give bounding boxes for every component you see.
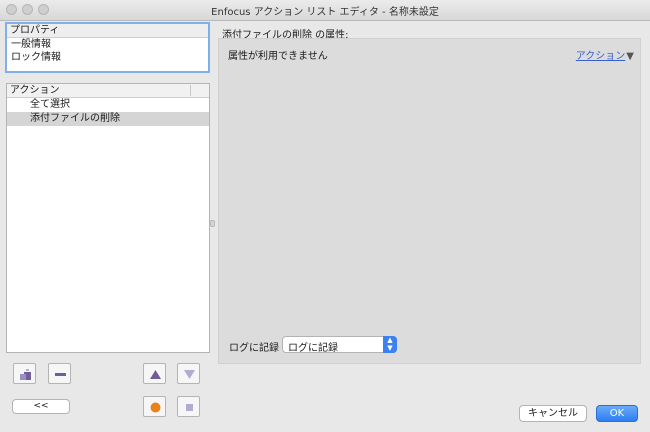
add-action-button[interactable] [13,363,36,384]
stop-icon [186,404,193,411]
attributes-unavailable-message: 属性が利用できません [228,51,328,62]
arrow-down-icon [184,370,195,379]
column-divider[interactable] [190,85,191,96]
ok-button[interactable]: OK [596,405,638,422]
record-icon [150,402,161,413]
attributes-panel: 属性が利用できません アクション▼ ログに記録 ログに記録 ▲ ▼ [218,38,641,364]
actions-list-panel: アクション 全て選択 添付ファイルの削除 [6,83,210,353]
action-item-remove-attachments[interactable]: 添付ファイルの削除 [7,112,209,126]
window-title: Enfocus アクション リスト エディタ - 名称未設定 [211,7,439,18]
properties-panel: プロパティ 一般情報 ロック情報 [5,22,210,73]
pane-splitter-handle[interactable] [210,220,215,227]
actions-header: アクション [7,84,209,98]
move-up-button[interactable] [143,363,166,384]
log-select-value: ログに記録 [288,343,338,354]
cancel-button[interactable]: キャンセル [519,405,587,422]
move-down-button[interactable] [177,363,200,384]
property-item-lock[interactable]: ロック情報 [7,51,208,64]
updown-arrows-icon: ▲ ▼ [383,336,397,353]
arrow-up-icon [150,370,161,379]
log-label: ログに記録 [229,343,279,354]
title-bar: Enfocus アクション リスト エディタ - 名称未設定 [0,0,650,21]
add-action-icon [20,369,31,380]
minus-icon [55,373,66,376]
triangle-down-icon: ▼ [626,51,634,62]
properties-header: プロパティ [7,24,208,38]
log-select[interactable]: ログに記録 ▲ ▼ [282,336,397,354]
property-item-general[interactable]: 一般情報 [7,38,208,51]
stop-button[interactable] [177,396,200,417]
remove-action-button[interactable] [48,363,71,384]
collapse-button[interactable]: << [12,399,70,414]
action-menu-link-label: アクション [575,51,626,62]
action-menu-link[interactable]: アクション▼ [576,47,634,62]
record-button[interactable] [143,396,166,417]
actions-header-label: アクション [10,85,60,96]
action-item-select-all[interactable]: 全て選択 [7,98,209,112]
